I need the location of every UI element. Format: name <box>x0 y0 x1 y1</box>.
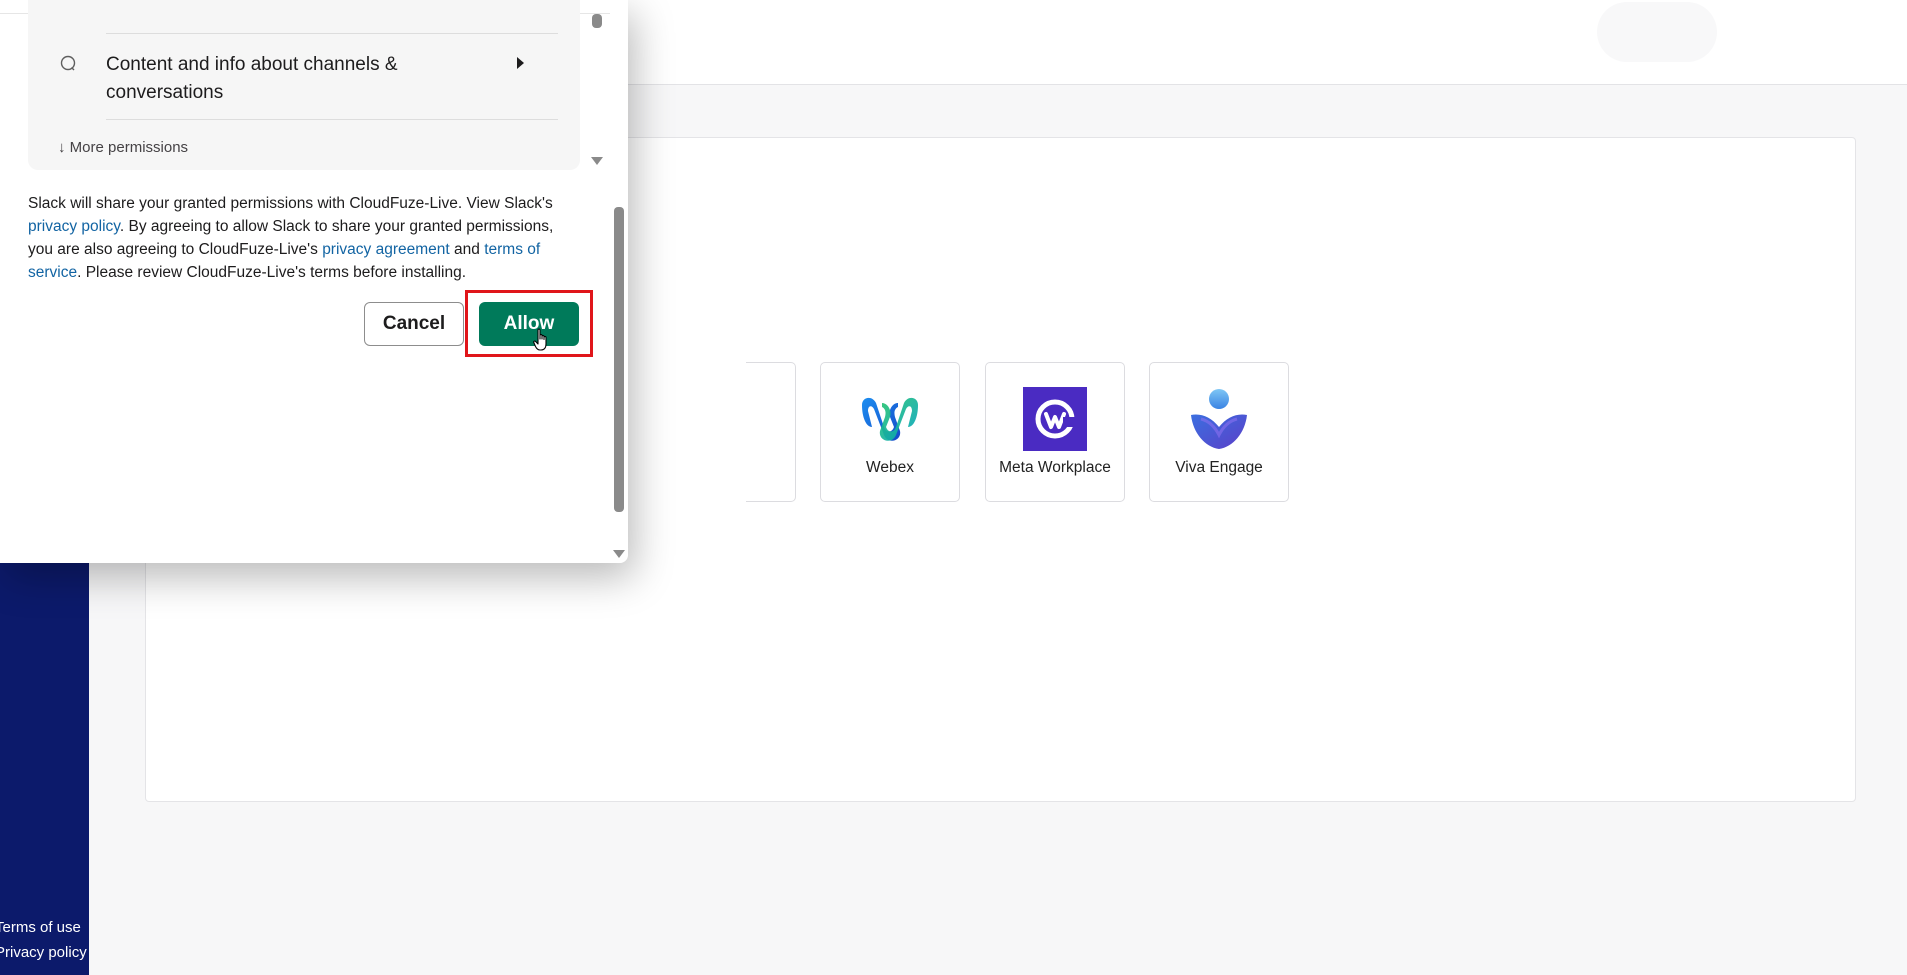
more-permissions-label: More permissions <box>69 139 189 156</box>
app-tile[interactable] <box>746 362 796 502</box>
expand-arrow-icon[interactable] <box>517 57 524 69</box>
oauth-permission-dialog: Content and info about channels & conver… <box>0 0 628 563</box>
scroll-down-arrow-icon[interactable] <box>613 550 625 558</box>
app-tile-viva-engage[interactable]: Viva Engage <box>1149 362 1289 502</box>
slack-privacy-policy-link[interactable]: privacy policy <box>28 218 120 235</box>
hand-cursor-icon <box>533 328 547 351</box>
disclaimer-text: and <box>449 241 485 258</box>
app-page: Terms of use Privacy policy Webex Meta W… <box>0 0 1907 975</box>
meta-workplace-logo-icon <box>1023 387 1087 451</box>
chat-bubble-icon <box>60 55 76 71</box>
disclaimer-text: Slack will share your granted permission… <box>28 195 553 212</box>
permission-item-label: Content and info about channels & conver… <box>106 54 398 103</box>
app-tile-label: Viva Engage <box>1175 459 1263 476</box>
app-tile-label: Meta Workplace <box>999 459 1111 476</box>
dialog-scrollbar-thumb[interactable] <box>614 207 624 512</box>
arrow-down-icon: ↓ <box>58 139 66 156</box>
privacy-agreement-link[interactable]: privacy agreement <box>322 241 450 258</box>
sidebar-footer-links: Terms of use Privacy policy <box>0 915 89 965</box>
permission-disclaimer: Slack will share your granted permission… <box>28 192 573 284</box>
app-tile-meta-workplace[interactable]: Meta Workplace <box>985 362 1125 502</box>
permissions-list: Content and info about channels & conver… <box>28 0 603 170</box>
header-user-menu[interactable] <box>1597 2 1717 62</box>
terms-of-use-link[interactable]: Terms of use <box>0 915 89 940</box>
divider <box>106 119 558 120</box>
scroll-down-arrow-icon[interactable] <box>591 157 603 165</box>
webex-logo-icon <box>862 397 918 441</box>
allow-button[interactable]: Allow <box>479 302 579 346</box>
disclaimer-text: . Please review CloudFuze-Live's terms b… <box>77 264 467 281</box>
app-tile-label: Webex <box>866 459 914 476</box>
viva-engage-logo-icon <box>1191 389 1247 449</box>
privacy-policy-link[interactable]: Privacy policy <box>0 940 89 965</box>
more-permissions-link[interactable]: ↓ More permissions <box>58 139 188 156</box>
permissions-scrollbar-thumb[interactable] <box>592 14 602 28</box>
app-tile-webex[interactable]: Webex <box>820 362 960 502</box>
cancel-button[interactable]: Cancel <box>364 302 464 346</box>
divider <box>106 33 558 34</box>
